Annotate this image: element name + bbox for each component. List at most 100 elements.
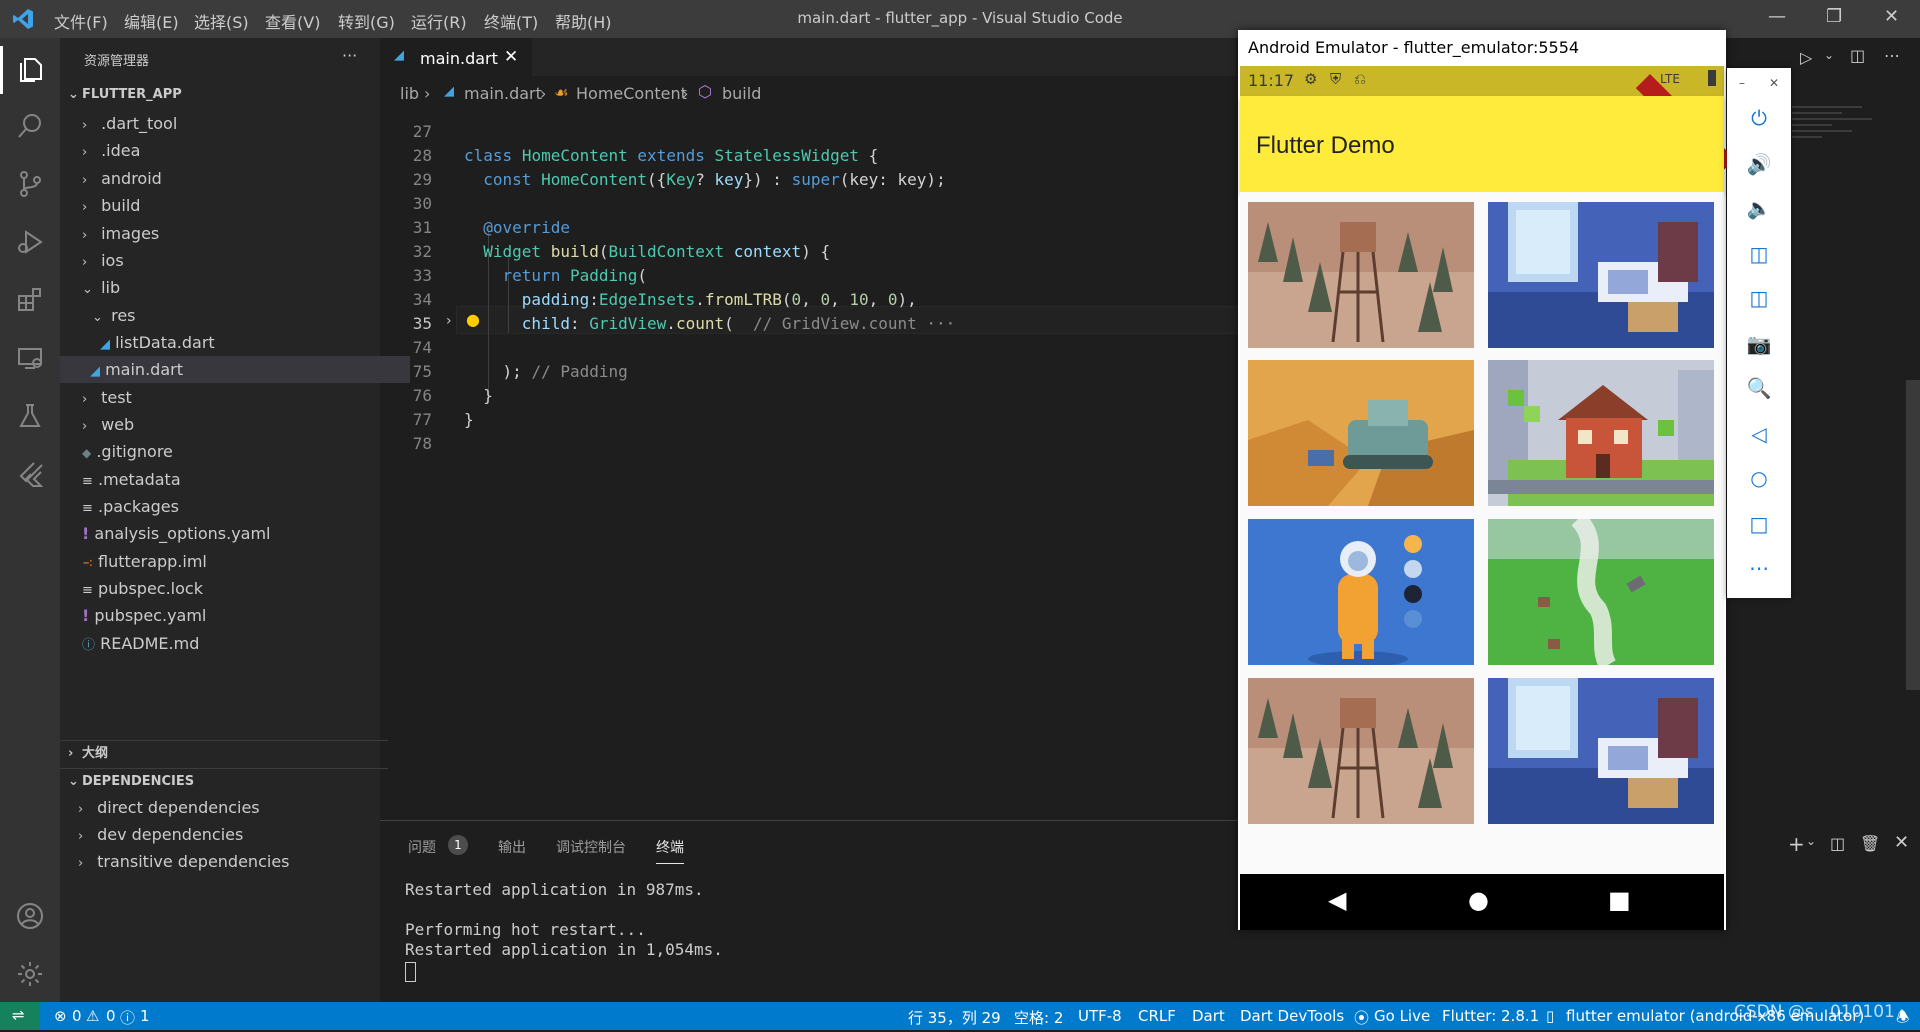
- language-mode[interactable]: Dart: [1192, 1007, 1225, 1025]
- flutter-version[interactable]: Flutter: 2.8.1: [1442, 1007, 1539, 1025]
- cursor-position[interactable]: 行 35，列 29: [908, 1007, 1001, 1028]
- tree-item-ios[interactable]: › ios: [60, 247, 402, 274]
- errors-count[interactable]: 0: [72, 1007, 82, 1025]
- more-actions-icon[interactable]: ···: [342, 46, 357, 65]
- outline-section[interactable]: › 大纲: [60, 740, 388, 767]
- menu-view[interactable]: 查看(V): [265, 9, 320, 33]
- overview-icon[interactable]: □: [1743, 508, 1775, 540]
- line-ending[interactable]: CRLF: [1138, 1007, 1176, 1025]
- home-icon[interactable]: ○: [1743, 462, 1775, 494]
- grid-image-water-tower-2[interactable]: [1248, 678, 1474, 824]
- tab-output[interactable]: 输出: [498, 837, 526, 857]
- zoom-icon[interactable]: 🔍: [1743, 372, 1775, 404]
- source-control-icon[interactable]: [10, 164, 50, 204]
- tree-item-lib[interactable]: ⌄ lib: [60, 274, 402, 301]
- tab-problems[interactable]: 问题: [408, 837, 436, 857]
- dep-transitive[interactable]: › transitive dependencies: [60, 848, 398, 875]
- tree-item-dart-tool[interactable]: › .dart_tool: [60, 110, 402, 137]
- project-section[interactable]: ⌄ FLUTTER_APP: [60, 82, 388, 108]
- search-icon[interactable]: [10, 106, 50, 146]
- restore-icon[interactable]: ❐: [1826, 6, 1842, 27]
- more-icon[interactable]: ⋯: [1743, 552, 1775, 584]
- menu-go[interactable]: 转到(G): [338, 9, 395, 33]
- back-icon[interactable]: ◁: [1743, 418, 1775, 450]
- encoding[interactable]: UTF-8: [1078, 1007, 1122, 1025]
- tree-item-res[interactable]: ⌄ res: [60, 302, 412, 329]
- extensions-icon[interactable]: [10, 280, 50, 320]
- tree-item-web[interactable]: › web: [60, 411, 402, 438]
- menu-file[interactable]: 文件(F): [54, 9, 108, 33]
- image-grid[interactable]: [1240, 192, 1724, 904]
- tree-item-pubspec-yaml[interactable]: ! pubspec.yaml: [60, 602, 402, 629]
- remote-explorer-icon[interactable]: [10, 338, 50, 378]
- grid-image-room-desk[interactable]: [1488, 202, 1714, 348]
- close-icon[interactable]: ✕: [1769, 76, 1779, 90]
- tab-terminal[interactable]: 终端: [656, 837, 684, 864]
- close-panel-icon[interactable]: ✕: [1894, 832, 1909, 853]
- dep-dev[interactable]: › dev dependencies: [60, 821, 398, 848]
- settings-gear-icon[interactable]: [10, 954, 50, 994]
- run-debug-icon[interactable]: [10, 222, 50, 262]
- go-live[interactable]: Go Live: [1374, 1007, 1430, 1025]
- minimap[interactable]: [1792, 102, 1892, 182]
- rotate-right-icon[interactable]: ◫: [1743, 282, 1775, 314]
- split-editor-icon[interactable]: ◫: [1850, 46, 1865, 65]
- grid-image-astronaut[interactable]: [1248, 519, 1474, 665]
- power-icon[interactable]: ⏻: [1743, 102, 1775, 134]
- info-count[interactable]: 1: [140, 1007, 150, 1025]
- close-tab-icon[interactable]: ✕: [504, 47, 518, 67]
- tree-item-analysis-options[interactable]: ! analysis_options.yaml: [60, 520, 402, 547]
- menu-terminal[interactable]: 终端(T): [484, 9, 538, 33]
- tree-item-idea[interactable]: › .idea: [60, 137, 402, 164]
- trash-icon[interactable]: 🗑: [1860, 834, 1880, 853]
- more-actions-icon[interactable]: ⋯: [1884, 46, 1900, 65]
- breadcrumb-class[interactable]: HomeContent: [576, 84, 687, 103]
- testing-icon[interactable]: [10, 396, 50, 436]
- grid-image-house[interactable]: [1488, 360, 1714, 506]
- split-panel-icon[interactable]: ◫: [1830, 834, 1845, 853]
- tab-main-dart[interactable]: ◢ main.dart ✕: [380, 38, 532, 77]
- tree-item-android[interactable]: › android: [60, 165, 402, 192]
- camera-icon[interactable]: 📷: [1743, 328, 1775, 360]
- menu-help[interactable]: 帮助(H): [555, 9, 612, 33]
- dep-direct[interactable]: › direct dependencies: [60, 794, 398, 821]
- close-window-icon[interactable]: ✕: [1884, 6, 1899, 27]
- tree-item-readme[interactable]: ⓘ README.md: [60, 630, 402, 657]
- tree-item-main-dart[interactable]: ◢ main.dart: [60, 356, 410, 383]
- warnings-count[interactable]: 0: [106, 1007, 116, 1025]
- tree-item-pubspec-lock[interactable]: ≡ pubspec.lock: [60, 575, 402, 602]
- breadcrumb-lib[interactable]: lib: [400, 84, 419, 103]
- tree-item-metadata[interactable]: ≡ .metadata: [60, 466, 402, 493]
- scrollbar-thumb[interactable]: [1906, 380, 1920, 690]
- indent-spaces[interactable]: 空格: 2: [1014, 1007, 1063, 1028]
- volume-down-icon[interactable]: 🔈: [1743, 192, 1775, 224]
- tree-item-flutterapp-iml[interactable]: ∹ flutterapp.iml: [60, 548, 402, 575]
- explorer-icon[interactable]: [10, 50, 50, 90]
- chevron-down-icon[interactable]: ⌄: [1824, 48, 1834, 62]
- grid-image-tank[interactable]: [1248, 360, 1474, 506]
- volume-up-icon[interactable]: 🔊: [1743, 148, 1775, 180]
- run-icon[interactable]: ▷: [1800, 48, 1812, 67]
- notifications-bell-icon[interactable]: 🕭: [1896, 1007, 1909, 1032]
- minimize-icon[interactable]: —: [1768, 6, 1786, 27]
- tree-item-build[interactable]: › build: [60, 192, 402, 219]
- breadcrumb-method[interactable]: build: [722, 84, 761, 103]
- grid-image-room-desk-2[interactable]: [1488, 678, 1714, 824]
- flutter-icon[interactable]: [10, 454, 50, 494]
- rotate-left-icon[interactable]: ◫: [1743, 238, 1775, 270]
- dependencies-section[interactable]: ⌄ DEPENDENCIES: [60, 768, 388, 795]
- fold-chevron-icon[interactable]: ›: [446, 313, 452, 329]
- tree-item-test[interactable]: › test: [60, 384, 402, 411]
- remote-indicator[interactable]: ⇌: [0, 1002, 40, 1030]
- chevron-down-icon[interactable]: ⌄: [1806, 834, 1816, 848]
- recents-square-icon[interactable]: ■: [1608, 886, 1631, 914]
- account-icon[interactable]: [10, 896, 50, 936]
- breadcrumb-file[interactable]: main.dart: [464, 84, 542, 103]
- minimize-icon[interactable]: –: [1739, 76, 1745, 90]
- grid-image-tornado[interactable]: [1488, 519, 1714, 665]
- tree-item-packages[interactable]: ≡ .packages: [60, 493, 402, 520]
- add-terminal-icon[interactable]: +: [1788, 832, 1805, 856]
- tab-debug-console[interactable]: 调试控制台: [556, 837, 626, 857]
- menu-run[interactable]: 运行(R): [411, 9, 467, 33]
- tree-item-images[interactable]: › images: [60, 220, 402, 247]
